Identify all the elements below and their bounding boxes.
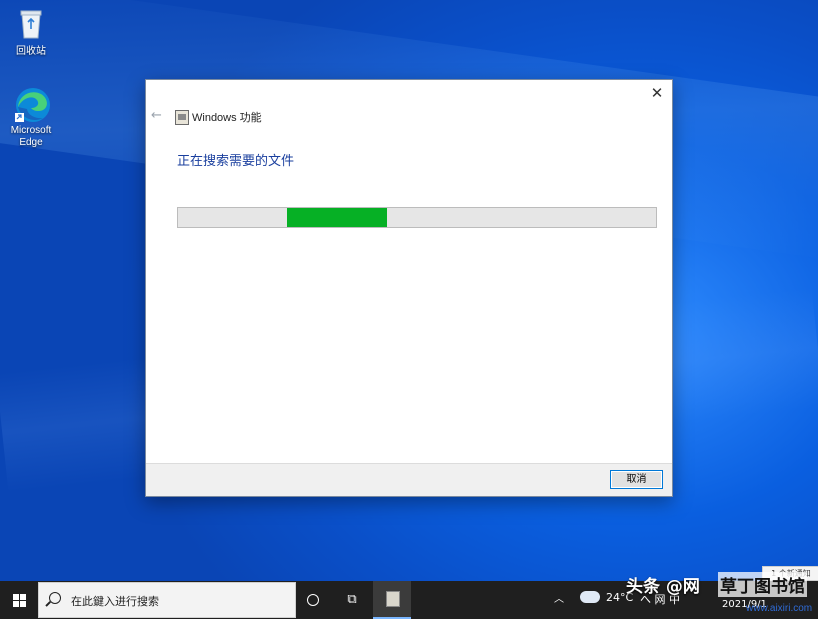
back-arrow-icon[interactable]: ← (151, 108, 167, 124)
search-placeholder: 在此鍵入进行搜索 (71, 595, 159, 608)
start-button[interactable] (0, 581, 38, 619)
weather-cloud-icon[interactable] (580, 591, 600, 603)
taskbar-search-input[interactable]: 在此鍵入进行搜索 (38, 582, 296, 618)
windows-features-app-icon (386, 591, 400, 607)
windows-features-icon (175, 110, 189, 125)
progress-bar (177, 207, 657, 228)
desktop-icon-label: Microsoft Edge (10, 125, 52, 148)
dialog-footer: 取消 (146, 463, 672, 496)
edge-icon (13, 85, 50, 122)
watermark-url: www.aixiri.com (746, 603, 813, 614)
chevron-up-icon[interactable]: ︿ (551, 581, 567, 619)
task-view-icon: ⧉ (347, 592, 357, 607)
desktop-icon-recycle-bin[interactable]: 回收站 (0, 6, 62, 58)
recycle-bin-icon (13, 6, 49, 42)
close-icon[interactable]: ✕ (646, 83, 668, 103)
status-heading: 正在搜索需要的文件 (177, 154, 295, 169)
task-view-button[interactable]: ⧉ (336, 581, 368, 619)
progress-bar-fill (287, 208, 387, 227)
cancel-button[interactable]: 取消 (610, 470, 663, 489)
desktop-icon-label: 回收站 (16, 46, 46, 57)
watermark-left: 头条 @网 (626, 577, 700, 597)
windows-features-dialog: ✕ ← Windows 功能 正在搜索需要的文件 取消 (145, 79, 673, 497)
search-icon (49, 592, 61, 604)
cortana-icon (307, 594, 319, 606)
cortana-button[interactable] (298, 581, 328, 619)
watermark-right: 草丁图书馆 (718, 572, 807, 597)
desktop-icon-edge[interactable]: Microsoft Edge (0, 85, 62, 149)
taskbar-app-windows-features[interactable] (373, 581, 411, 619)
dialog-title: Windows 功能 (192, 112, 262, 124)
